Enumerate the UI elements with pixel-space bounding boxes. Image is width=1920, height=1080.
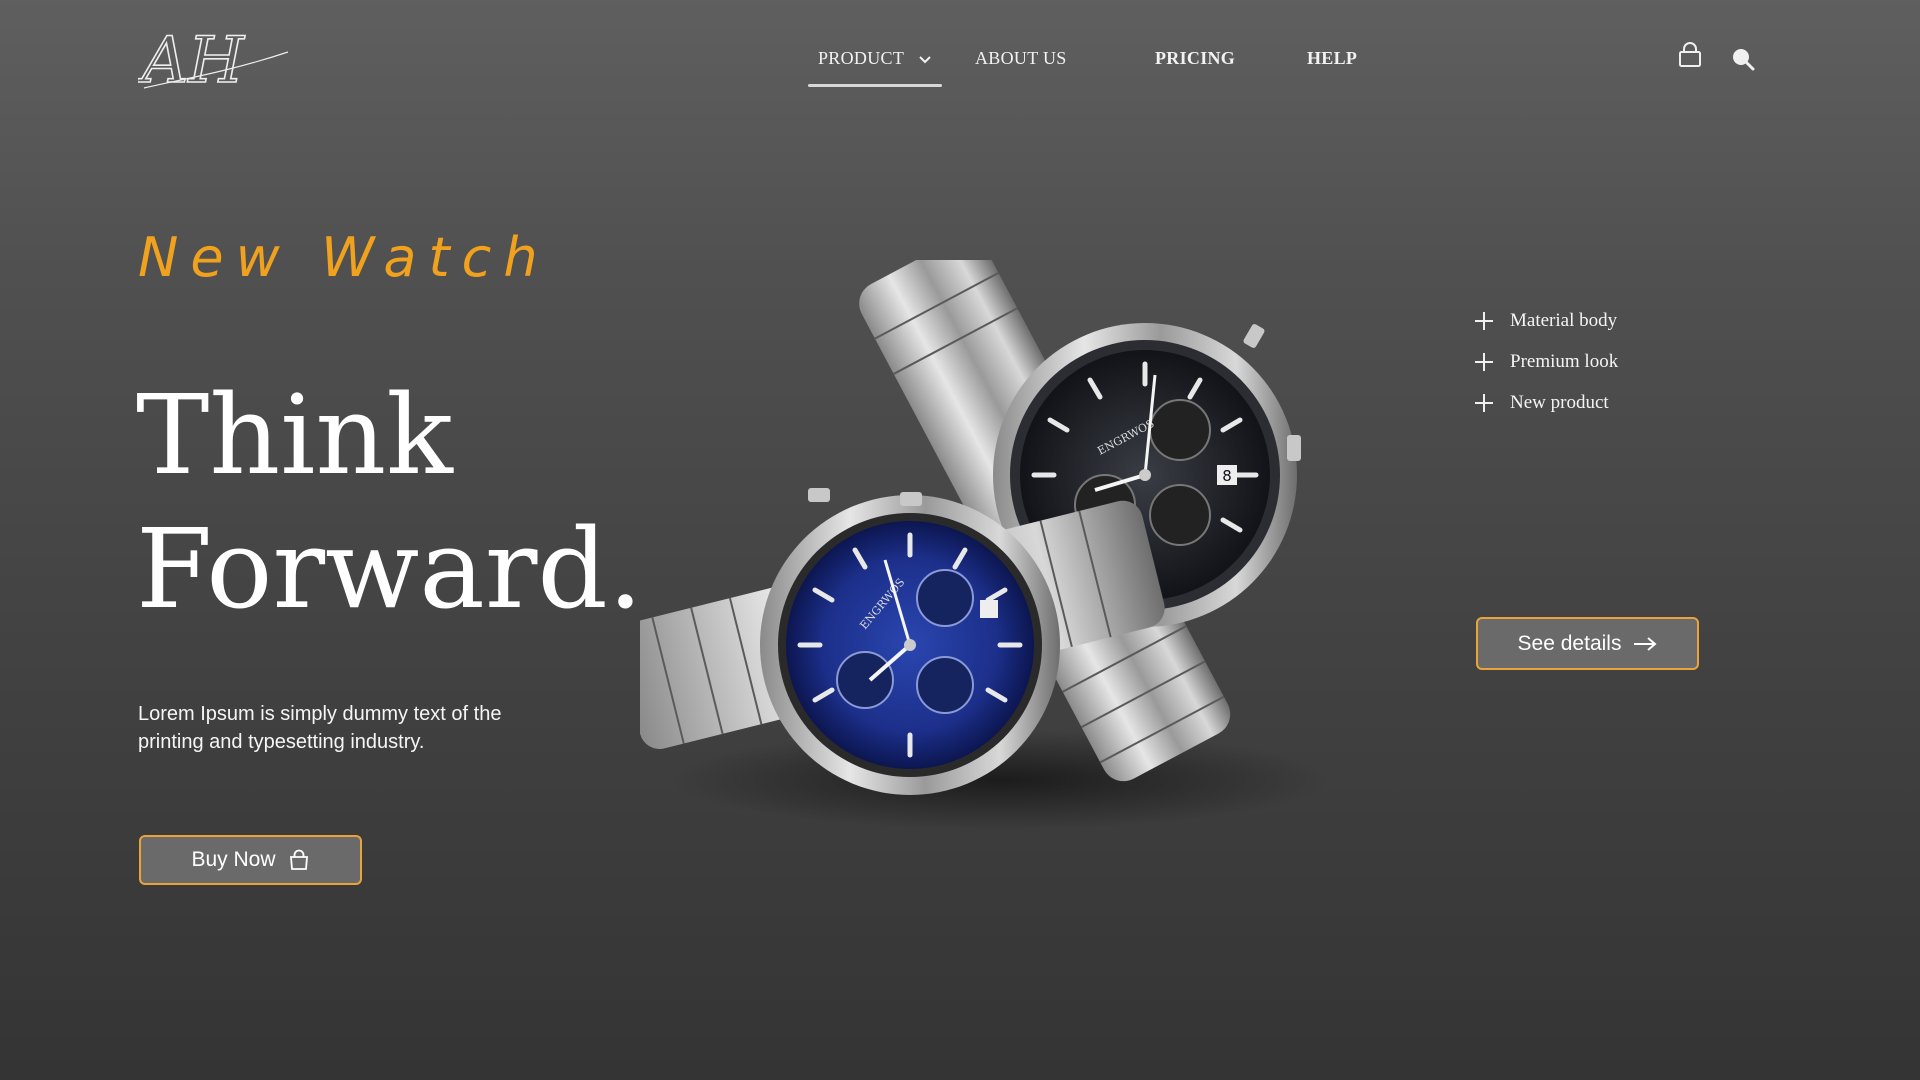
plus-icon <box>1475 393 1493 412</box>
hero-description: Lorem Ipsum is simply dummy text of the … <box>138 703 502 753</box>
black-watch-date: 8 <box>1222 467 1232 485</box>
nav-item-pricing[interactable]: PRICING <box>1155 48 1235 69</box>
shopping-bag-icon <box>289 849 308 870</box>
feature-label: Premium look <box>1510 350 1619 372</box>
plus-icon <box>1475 352 1493 371</box>
see-details-label: See details <box>1517 631 1622 655</box>
search-icon[interactable] <box>1730 46 1758 74</box>
buy-now-button[interactable]: Buy Now <box>139 835 362 885</box>
hero-headline-line2: Forward. <box>136 505 643 633</box>
brand-logo[interactable]: AH <box>138 22 318 94</box>
feature-item: Material body <box>1472 300 1618 341</box>
arrow-right-icon <box>1634 636 1657 651</box>
hero-headline: Think Forward. <box>136 368 643 636</box>
watches-product-image: 8 ENGRWOS ENGRWOS <box>640 260 1330 830</box>
hero-eyebrow: New Watch <box>138 226 550 289</box>
hero-headline-line1: Think <box>136 371 453 499</box>
nav-item-product-label: PRODUCT <box>818 48 904 68</box>
feature-item: New product <box>1472 382 1618 423</box>
nav-item-help[interactable]: HELP <box>1307 48 1357 69</box>
see-details-button[interactable]: See details <box>1476 617 1699 670</box>
shopping-bag-icon[interactable] <box>1676 42 1704 70</box>
nav-item-about-us[interactable]: ABOUT US <box>975 48 1067 69</box>
plus-icon <box>1475 311 1493 330</box>
chevron-down-icon <box>918 56 931 64</box>
nav-item-product[interactable]: PRODUCT <box>818 48 931 69</box>
buy-now-label: Buy Now <box>191 848 276 871</box>
feature-label: New product <box>1510 391 1609 413</box>
nav-active-underline <box>808 84 942 87</box>
feature-list: Material body Premium look New product <box>1472 300 1618 423</box>
feature-label: Material body <box>1510 309 1618 331</box>
brand-logo-text: AH <box>138 24 245 94</box>
feature-item: Premium look <box>1472 341 1618 382</box>
